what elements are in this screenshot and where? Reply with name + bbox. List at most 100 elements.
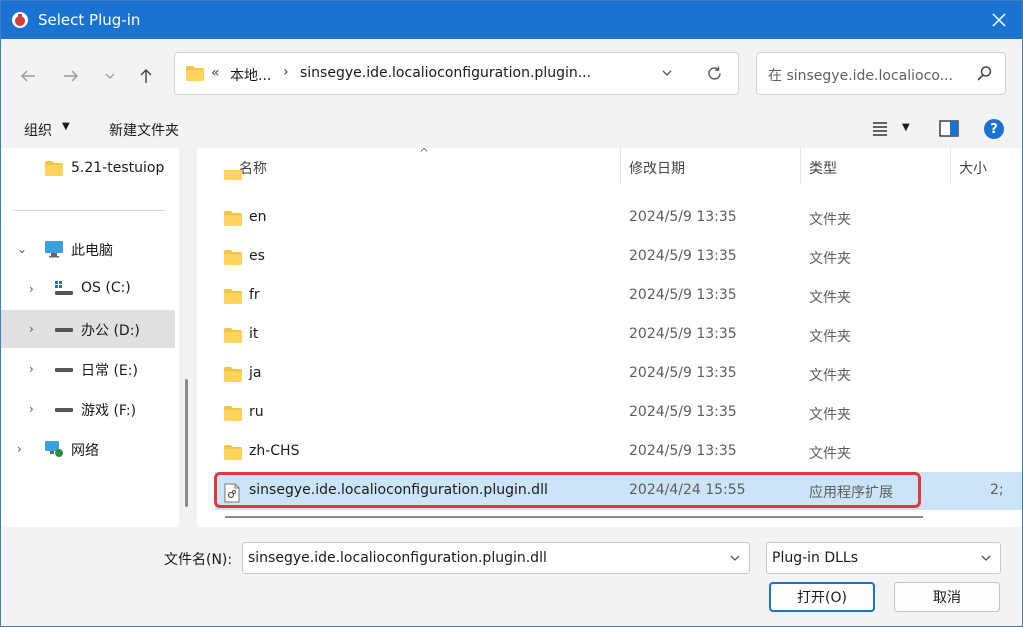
caret-down-icon: ▼ bbox=[62, 121, 70, 132]
list-item[interactable]: zh-CHS 2024/5/9 13:35 文件夹 bbox=[215, 433, 1022, 471]
chevron-down-icon bbox=[105, 73, 115, 79]
file-type: 文件夹 bbox=[809, 446, 851, 462]
preview-pane-icon bbox=[939, 120, 959, 137]
file-type: 文件夹 bbox=[809, 212, 851, 228]
chevron-down-icon[interactable] bbox=[729, 552, 741, 568]
file-type: 应用程序扩展 bbox=[809, 485, 893, 501]
file-name: ru bbox=[249, 404, 264, 420]
chevron-right-icon[interactable]: › bbox=[29, 282, 34, 296]
folder-icon bbox=[223, 444, 243, 465]
search-placeholder: 在 sinsegye.ide.localioco... bbox=[768, 68, 953, 84]
folder-icon bbox=[223, 288, 243, 309]
cancel-button[interactable]: 取消 bbox=[894, 582, 1000, 612]
preview-pane-button[interactable] bbox=[939, 120, 959, 141]
chevron-right-icon[interactable]: › bbox=[29, 362, 34, 376]
sidebar-scrollbar[interactable] bbox=[185, 379, 188, 507]
back-button[interactable] bbox=[15, 63, 41, 89]
file-date: 2024/5/9 13:35 bbox=[629, 443, 737, 459]
close-button[interactable] bbox=[976, 1, 1022, 39]
breadcrumb-separator-icon: › bbox=[283, 64, 289, 80]
file-type: 文件夹 bbox=[809, 407, 851, 423]
sidebar-item-label: 日常 (E:) bbox=[81, 363, 138, 379]
dll-file-icon bbox=[223, 483, 241, 507]
sidebar-item-label: 游戏 (F:) bbox=[81, 403, 137, 419]
sidebar-item-label: 5.21-testuiop bbox=[71, 160, 165, 176]
chevron-down-icon bbox=[662, 70, 672, 76]
list-item-partial bbox=[215, 170, 1022, 186]
folder-icon bbox=[223, 170, 243, 185]
file-name: fr bbox=[249, 287, 260, 303]
folder-icon bbox=[223, 405, 243, 426]
forward-button[interactable] bbox=[58, 63, 84, 89]
file-date: 2024/5/9 13:35 bbox=[629, 248, 737, 264]
sidebar-item-label: 办公 (D:) bbox=[81, 323, 140, 339]
file-type: 文件夹 bbox=[809, 251, 851, 267]
sidebar-item-label: 此电脑 bbox=[71, 243, 113, 259]
open-button[interactable]: 打开(O) bbox=[769, 582, 875, 612]
folder-icon bbox=[223, 327, 243, 348]
horizontal-scrollbar[interactable] bbox=[225, 516, 923, 518]
chevron-down-icon[interactable]: ⌄ bbox=[17, 242, 27, 256]
help-button[interactable]: ? bbox=[984, 119, 1004, 139]
list-item-selected[interactable]: sinsegye.ide.localioconfiguration.plugin… bbox=[215, 472, 1022, 510]
caret-down-icon[interactable]: ▼ bbox=[902, 122, 910, 133]
address-bar[interactable]: « 本地... › sinsegye.ide.localioconfigurat… bbox=[174, 52, 739, 95]
sidebar-item-label: 网络 bbox=[71, 443, 99, 459]
file-list: ^ 名称 修改日期 类型 大小 en 2024/5/9 13:35 文件夹 es… bbox=[197, 148, 1022, 527]
sidebar-item-this-pc[interactable]: ⌄ 此电脑 bbox=[1, 230, 175, 268]
file-name: es bbox=[249, 248, 265, 264]
list-item[interactable]: ru 2024/5/9 13:35 文件夹 bbox=[215, 394, 1022, 432]
sidebar-item-drive-d[interactable]: › 办公 (D:) bbox=[1, 310, 175, 348]
refresh-icon bbox=[708, 66, 721, 80]
sidebar-item-drive-f[interactable]: › 游戏 (F:) bbox=[1, 390, 175, 428]
navigation-bar: « 本地... › sinsegye.ide.localioconfigurat… bbox=[1, 39, 1022, 111]
recent-locations-button[interactable] bbox=[97, 63, 123, 89]
drive-icon bbox=[54, 320, 74, 341]
file-name: sinsegye.ide.localioconfiguration.plugin… bbox=[249, 482, 548, 498]
sidebar-item-testuiop[interactable]: 5.21-testuiop bbox=[1, 150, 175, 188]
close-icon bbox=[992, 13, 1006, 27]
up-button[interactable] bbox=[133, 63, 159, 89]
drive-icon bbox=[54, 360, 74, 381]
breadcrumb-local[interactable]: 本地... bbox=[230, 65, 271, 85]
file-type-select[interactable]: Plug-in DLLs bbox=[766, 542, 1001, 574]
file-type-value: Plug-in DLLs bbox=[772, 550, 859, 566]
sidebar-item-network[interactable]: › 网络 bbox=[1, 430, 175, 468]
address-dropdown-button[interactable] bbox=[661, 67, 673, 83]
arrow-left-icon bbox=[21, 70, 35, 82]
file-name: ja bbox=[249, 365, 262, 381]
list-item[interactable]: en 2024/5/9 13:35 文件夹 bbox=[215, 199, 1022, 237]
chevron-right-icon[interactable]: › bbox=[17, 442, 22, 456]
organize-button[interactable]: 组织 bbox=[24, 120, 52, 140]
folder-icon bbox=[185, 65, 205, 86]
list-item[interactable]: it 2024/5/9 13:35 文件夹 bbox=[215, 316, 1022, 354]
breadcrumb-current[interactable]: sinsegye.ide.localioconfiguration.plugin… bbox=[300, 65, 591, 81]
chevron-right-icon[interactable]: › bbox=[29, 402, 34, 416]
dialog-footer: 文件名(N): sinsegye.ide.localioconfiguratio… bbox=[1, 527, 1022, 626]
file-date: 2024/5/9 13:35 bbox=[629, 209, 737, 225]
sidebar-item-drive-e[interactable]: › 日常 (E:) bbox=[1, 350, 175, 388]
sidebar-item-drive-c[interactable]: › OS (C:) bbox=[1, 270, 175, 308]
chevron-right-icon[interactable]: › bbox=[29, 322, 34, 336]
filename-field[interactable]: sinsegye.ide.localioconfiguration.plugin… bbox=[242, 542, 750, 574]
refresh-button[interactable] bbox=[706, 65, 723, 86]
search-box[interactable]: 在 sinsegye.ide.localioco... bbox=[756, 52, 1006, 95]
filename-label: 文件名(N): bbox=[164, 552, 233, 568]
app-icon bbox=[11, 11, 29, 29]
file-type: 文件夹 bbox=[809, 290, 851, 306]
folder-icon bbox=[44, 160, 64, 181]
breadcrumb-overflow[interactable]: « bbox=[211, 65, 220, 81]
view-options-button[interactable] bbox=[871, 120, 889, 140]
select-plugin-dialog: Select Plug-in « 本地... › sinsegye.ide.lo… bbox=[0, 0, 1023, 627]
list-item[interactable]: es 2024/5/9 13:35 文件夹 bbox=[215, 238, 1022, 276]
file-date: 2024/5/9 13:35 bbox=[629, 287, 737, 303]
title-bar: Select Plug-in bbox=[1, 1, 1022, 39]
list-view-icon bbox=[873, 122, 887, 136]
chevron-down-icon bbox=[980, 552, 992, 568]
list-item[interactable]: ja 2024/5/9 13:35 文件夹 bbox=[215, 355, 1022, 393]
new-folder-button[interactable]: 新建文件夹 bbox=[109, 120, 179, 140]
arrow-up-icon bbox=[140, 69, 152, 83]
list-item[interactable]: fr 2024/5/9 13:35 文件夹 bbox=[215, 277, 1022, 315]
command-bar: 组织 ▼ 新建文件夹 ▼ ? bbox=[1, 111, 1022, 148]
file-type: 文件夹 bbox=[809, 368, 851, 384]
